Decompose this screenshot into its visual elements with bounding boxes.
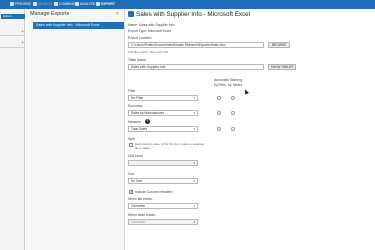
chevron-down-icon: ▾ xyxy=(193,127,195,131)
by-files-label: by Files xyxy=(214,83,226,87)
add-button-2[interactable]: + xyxy=(20,40,25,45)
show-tables-button[interactable]: SHOW TABLES xyxy=(268,64,296,70)
plus-icon-2: + xyxy=(21,40,24,45)
toolbar-preview[interactable]: PREVIEW xyxy=(10,2,31,6)
sort-select[interactable]: No Sort ▾ xyxy=(128,178,198,184)
plus-icon: + xyxy=(21,29,24,34)
excel-icon xyxy=(128,11,134,17)
filter-select[interactable]: No Filter ▾ xyxy=(128,95,198,101)
chevron-down-icon: ▾ xyxy=(193,111,195,115)
when-file-exists-label: When file exists: xyxy=(128,197,153,201)
summary-by-tables-radio[interactable] xyxy=(231,111,235,115)
when-file-exists-value: Overwrite xyxy=(131,204,146,208)
automatic-naming-label: Automatic Naming xyxy=(214,78,242,82)
chevron-down-icon: ▾ xyxy=(193,161,195,165)
add-button[interactable]: + xyxy=(20,29,25,34)
browse-button[interactable]: BROWSE xyxy=(268,42,290,48)
export-search-box[interactable]: Export xyxy=(1,14,25,19)
manage-exports-pane xyxy=(26,9,125,250)
measure-by-files-radio[interactable] xyxy=(217,127,221,131)
chevron-down-icon: ▾ xyxy=(193,96,195,100)
when-file-exists-select[interactable]: Overwrite ▾ xyxy=(128,203,198,209)
preview-icon xyxy=(10,2,14,6)
search-icon xyxy=(33,2,37,6)
summary-value: Sales by Manufacturer xyxy=(131,111,164,115)
split-description: Each distinct value of the first key mak… xyxy=(135,142,205,150)
include-headers-checkbox[interactable]: ✓ xyxy=(129,190,133,194)
location-warning: The file location does not exist xyxy=(128,50,169,54)
toolbar-search-label: SEARCH xyxy=(38,2,53,6)
chevron-down-icon: ▾ xyxy=(193,204,195,208)
measure-label: Measure xyxy=(128,120,142,124)
summary-select[interactable]: Sales by Manufacturer ▾ xyxy=(128,110,198,116)
when-table-exists-value: Overwrite xyxy=(131,220,146,224)
pane-divider-2 xyxy=(0,47,25,48)
toolbar-preview-label: PREVIEW xyxy=(15,2,31,6)
help-icon[interactable]: ? xyxy=(145,119,150,124)
export-list-item[interactable]: Sales with Supplier Info - Microsoft Exc… xyxy=(33,22,124,29)
filter-by-files-radio[interactable] xyxy=(217,96,221,100)
when-table-exists-select[interactable]: Overwrite ▾ xyxy=(128,219,198,225)
pane-divider xyxy=(0,35,25,36)
analyze-icon xyxy=(75,2,79,6)
drill-level-label: Drill Level xyxy=(128,154,143,158)
toolbar-analyze-label: ANALYZE xyxy=(80,2,96,6)
drill-level-select[interactable]: ▾ xyxy=(128,160,198,166)
export-icon xyxy=(96,2,100,6)
toolbar-export-label: EXPORT xyxy=(101,2,115,6)
by-tables-label: by Tables xyxy=(228,83,243,87)
toolbar-search[interactable]: SEARCH xyxy=(33,2,52,6)
measure-value: Total Sales xyxy=(131,127,148,131)
chevron-down-icon: ▾ xyxy=(193,220,195,224)
filter-value: No Filter xyxy=(131,96,144,100)
export-name-line: Name: Sales with Supplier Info xyxy=(128,23,175,27)
chevron-down-icon: ▾ xyxy=(193,179,195,183)
summary-label: Summary xyxy=(128,104,143,108)
export-type-line: Export Type: Microsoft Excel xyxy=(128,29,171,33)
sort-value: No Sort xyxy=(131,179,143,183)
when-table-exists-label: When table exists: xyxy=(128,213,156,217)
split-checkbox[interactable] xyxy=(129,143,133,147)
manage-exports-title: Manage Exports xyxy=(30,11,70,17)
filter-by-tables-radio[interactable] xyxy=(231,96,235,100)
table-name-field[interactable]: Sales with Supplier Info xyxy=(128,64,264,70)
combine-icon xyxy=(54,2,58,6)
table-name-label: Table Name xyxy=(128,58,147,62)
measure-select[interactable]: Total Sales ▾ xyxy=(128,126,198,132)
summary-by-files-radio[interactable] xyxy=(217,111,221,115)
sort-label: Sort xyxy=(128,172,135,176)
measure-by-tables-radio[interactable] xyxy=(231,127,235,131)
export-search-label: Export xyxy=(3,14,12,18)
export-location-field[interactable]: C:\Users\Public\Documents\Allocate Monar… xyxy=(128,42,264,48)
include-headers-label: Include Column Headers xyxy=(135,190,173,194)
toolbar-analyze[interactable]: ANALYZE xyxy=(75,2,95,6)
filter-label: Filter xyxy=(128,89,136,93)
left-pane xyxy=(0,9,25,250)
export-location-label: Export Location xyxy=(128,36,152,40)
toolbar-export[interactable]: EXPORT xyxy=(96,2,115,6)
split-label: Split xyxy=(128,137,135,141)
toolbar-combine[interactable]: COMBINE xyxy=(54,2,75,6)
toolbar-combine-label: COMBINE xyxy=(59,2,75,6)
dialog-title: Sales with Supplier Info - Microsoft Exc… xyxy=(136,11,251,18)
close-icon[interactable]: × xyxy=(116,11,119,17)
